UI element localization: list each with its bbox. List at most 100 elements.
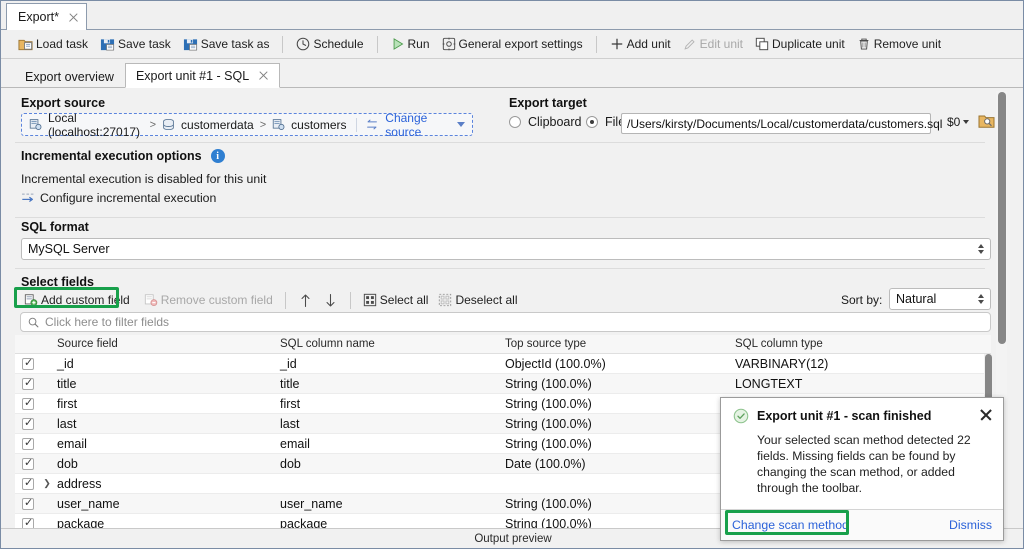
row-checkbox-cell[interactable] bbox=[15, 458, 41, 470]
column-header-top-source-type[interactable]: Top source type bbox=[505, 338, 735, 350]
caret-down-icon[interactable] bbox=[963, 120, 969, 124]
filter-fields-input[interactable]: Click here to filter fields bbox=[20, 312, 991, 332]
deselect-all-label: Deselect all bbox=[455, 293, 517, 307]
unit-tab-bar: Export overview Export unit #1 - SQL bbox=[1, 59, 1024, 88]
notification-close-icon[interactable] bbox=[979, 408, 993, 422]
clipboard-radio-group[interactable]: Clipboard bbox=[509, 115, 582, 129]
file-path-input[interactable]: /Users/kirsty/Documents/Local/customerda… bbox=[621, 113, 931, 134]
tab-export-overview[interactable]: Export overview bbox=[14, 64, 125, 88]
tab-close-icon[interactable] bbox=[258, 70, 269, 81]
row-checkbox[interactable] bbox=[22, 498, 34, 510]
row-checkbox[interactable] bbox=[22, 458, 34, 470]
row-checkbox-cell[interactable] bbox=[15, 518, 41, 529]
file-radio-group[interactable]: File bbox=[586, 115, 625, 129]
add-field-icon bbox=[24, 293, 38, 307]
pencil-icon bbox=[683, 37, 697, 51]
column-header-source-field[interactable]: Source field bbox=[53, 338, 280, 350]
row-checkbox-cell[interactable] bbox=[15, 358, 41, 370]
pane-scrollbar-thumb[interactable] bbox=[998, 92, 1006, 344]
schedule-button[interactable]: Schedule bbox=[290, 33, 369, 55]
row-checkbox[interactable] bbox=[22, 478, 34, 490]
collection-icon bbox=[272, 118, 285, 131]
general-export-settings-button[interactable]: General export settings bbox=[436, 33, 589, 55]
row-checkbox[interactable] bbox=[22, 518, 34, 529]
row-checkbox[interactable] bbox=[22, 438, 34, 450]
run-label: Run bbox=[408, 37, 430, 51]
load-task-button[interactable]: Load task bbox=[12, 33, 94, 55]
sort-by-value: Natural bbox=[896, 292, 936, 306]
row-checkbox-cell[interactable] bbox=[15, 418, 41, 430]
table-scrollbar-thumb[interactable] bbox=[985, 354, 992, 402]
sort-by-select[interactable]: Natural bbox=[889, 288, 991, 310]
row-checkbox-cell[interactable] bbox=[15, 398, 41, 410]
row-checkbox[interactable] bbox=[22, 358, 34, 370]
row-checkbox[interactable] bbox=[22, 418, 34, 430]
save-task-button[interactable]: Save task bbox=[94, 33, 177, 55]
deselect-all-icon bbox=[438, 293, 452, 307]
breadcrumb-item-server[interactable]: Local (localhost:27017) bbox=[48, 111, 144, 139]
select-all-button[interactable]: Select all bbox=[358, 289, 434, 311]
remove-unit-label: Remove unit bbox=[874, 37, 941, 51]
cell-source-field: package bbox=[53, 517, 280, 529]
window-tab-export[interactable]: Export* bbox=[6, 3, 87, 31]
chevron-down-icon[interactable] bbox=[457, 122, 465, 127]
dismiss-link[interactable]: Dismiss bbox=[949, 518, 992, 532]
breadcrumb-item-collection[interactable]: customers bbox=[291, 118, 346, 132]
load-task-icon bbox=[18, 37, 33, 52]
remove-unit-button[interactable]: Remove unit bbox=[851, 33, 947, 55]
info-icon[interactable]: i bbox=[211, 149, 225, 163]
row-checkbox-cell[interactable] bbox=[15, 498, 41, 510]
add-unit-label: Add unit bbox=[627, 37, 671, 51]
add-custom-field-button[interactable]: Add custom field bbox=[19, 289, 135, 311]
move-field-down-button[interactable] bbox=[318, 289, 343, 311]
table-row[interactable]: titletitleString (100.0%)LONGTEXT bbox=[15, 374, 991, 394]
run-button[interactable]: Run bbox=[385, 33, 436, 55]
column-header-sql-column-type[interactable]: SQL column type bbox=[735, 338, 991, 350]
change-source-link[interactable]: Change source bbox=[385, 111, 448, 139]
stepper-arrows-icon[interactable] bbox=[978, 244, 984, 254]
variable-insert-button[interactable]: $0 bbox=[947, 115, 969, 129]
breadcrumb-item-database[interactable]: customerdata bbox=[181, 118, 254, 132]
row-checkbox-cell[interactable] bbox=[15, 378, 41, 390]
toolbar-divider bbox=[377, 36, 378, 53]
column-header-sql-column-name[interactable]: SQL column name bbox=[280, 338, 505, 350]
deselect-all-button[interactable]: Deselect all bbox=[433, 289, 522, 311]
sql-format-select[interactable]: MySQL Server bbox=[21, 238, 991, 260]
cell-source-field: _id bbox=[53, 357, 280, 371]
add-unit-button[interactable]: Add unit bbox=[604, 33, 677, 55]
cell-sql-column-name: dob bbox=[280, 457, 505, 471]
move-field-up-button[interactable] bbox=[293, 289, 318, 311]
configure-incremental-execution-button[interactable]: Configure incremental execution bbox=[21, 191, 216, 205]
cell-top-source-type: String (100.0%) bbox=[505, 417, 735, 431]
filter-fields-placeholder: Click here to filter fields bbox=[45, 315, 169, 329]
row-checkbox-cell[interactable] bbox=[15, 478, 41, 490]
cell-sql-column-name: first bbox=[280, 397, 505, 411]
row-checkbox[interactable] bbox=[22, 378, 34, 390]
save-task-as-button[interactable]: Save task as bbox=[177, 33, 276, 55]
table-row[interactable]: _id_idObjectId (100.0%)VARBINARY(12) bbox=[15, 354, 991, 374]
export-window: Export* Load task bbox=[0, 0, 1024, 549]
cell-sql-column-name: package bbox=[280, 517, 505, 529]
clipboard-radio[interactable] bbox=[509, 116, 521, 128]
sort-stepper-arrows-icon[interactable] bbox=[978, 294, 984, 304]
change-scan-method-link[interactable]: Change scan method bbox=[732, 518, 849, 532]
server-icon bbox=[29, 118, 42, 131]
breadcrumb-divider bbox=[356, 118, 357, 132]
trash-icon bbox=[857, 37, 871, 51]
browse-file-button[interactable] bbox=[978, 113, 995, 132]
export-source-breadcrumb[interactable]: Local (localhost:27017) > customerdata >… bbox=[21, 113, 473, 136]
arrow-up-icon bbox=[300, 293, 311, 308]
row-expander-icon[interactable]: ❯ bbox=[41, 478, 53, 489]
row-checkbox-cell[interactable] bbox=[15, 438, 41, 450]
add-custom-field-label: Add custom field bbox=[41, 293, 130, 307]
incremental-status-text: Incremental execution is disabled for th… bbox=[21, 172, 266, 186]
tab-export-unit-1-sql[interactable]: Export unit #1 - SQL bbox=[125, 63, 280, 88]
plus-icon bbox=[610, 37, 624, 51]
duplicate-unit-button[interactable]: Duplicate unit bbox=[749, 33, 851, 55]
edit-unit-button: Edit unit bbox=[677, 33, 749, 55]
file-radio[interactable] bbox=[586, 116, 598, 128]
close-icon[interactable] bbox=[68, 12, 79, 23]
row-checkbox[interactable] bbox=[22, 398, 34, 410]
export-source-heading: Export source bbox=[21, 96, 105, 110]
tab-export-overview-label: Export overview bbox=[25, 70, 114, 84]
